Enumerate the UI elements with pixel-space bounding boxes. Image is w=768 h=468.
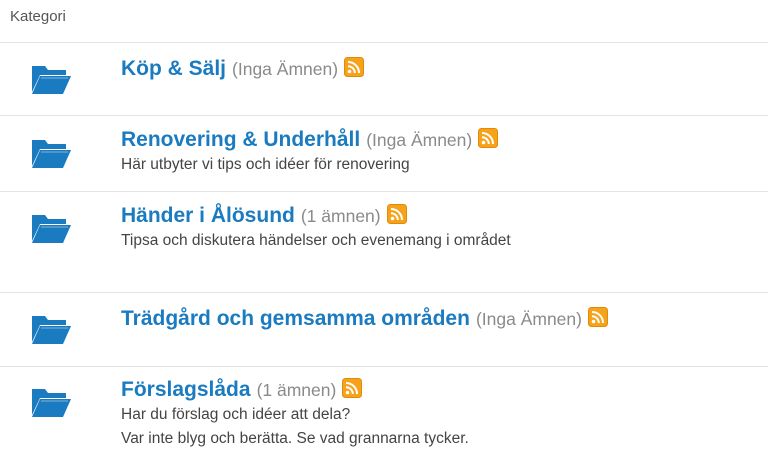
category-link[interactable]: Trädgård och gemsamma områden xyxy=(121,307,470,331)
rss-icon[interactable] xyxy=(478,128,499,148)
category-header: Kategori xyxy=(0,0,768,43)
folder-icon xyxy=(30,211,72,245)
topic-count: (Inga Ämnen) xyxy=(366,129,473,150)
folder-icon xyxy=(30,385,72,419)
category-row: Förslagslåda (1 ämnen) Har du förslag oc… xyxy=(0,367,768,468)
category-link[interactable]: Händer i Ålösund xyxy=(121,204,295,228)
rss-icon[interactable] xyxy=(344,57,365,77)
folder-icon xyxy=(30,62,72,96)
topic-count: (Inga Ämnen) xyxy=(475,308,582,329)
topic-count: (1 ämnen) xyxy=(256,379,337,400)
category-row: Renovering & Underhåll (Inga Ämnen) Här … xyxy=(0,116,768,192)
category-description: Var inte blyg och berätta. Se vad granna… xyxy=(121,430,469,447)
topic-count: (1 ämnen) xyxy=(300,205,381,226)
category-link[interactable]: Köp & Sälj xyxy=(121,57,226,81)
category-description: Har du förslag och idéer att dela? xyxy=(121,406,351,423)
category-description: Tipsa och diskutera händelser och evenem… xyxy=(121,232,511,249)
rss-icon[interactable] xyxy=(587,307,608,327)
header-label: Kategori xyxy=(10,8,66,25)
folder-icon xyxy=(30,136,72,170)
category-link[interactable]: Förslagslåda xyxy=(121,378,251,402)
category-description: Här utbyter vi tips och idéer för renove… xyxy=(121,156,410,173)
folder-icon xyxy=(30,312,72,346)
category-row: Köp & Sälj (Inga Ämnen) xyxy=(0,43,768,116)
category-row: Trädgård och gemsamma områden (Inga Ämne… xyxy=(0,293,768,367)
category-row: Händer i Ålösund (1 ämnen) Tipsa och dis… xyxy=(0,192,768,293)
rss-icon[interactable] xyxy=(342,378,363,398)
rss-icon[interactable] xyxy=(386,204,407,224)
topic-count: (Inga Ämnen) xyxy=(232,58,339,79)
category-link[interactable]: Renovering & Underhåll xyxy=(121,128,360,152)
